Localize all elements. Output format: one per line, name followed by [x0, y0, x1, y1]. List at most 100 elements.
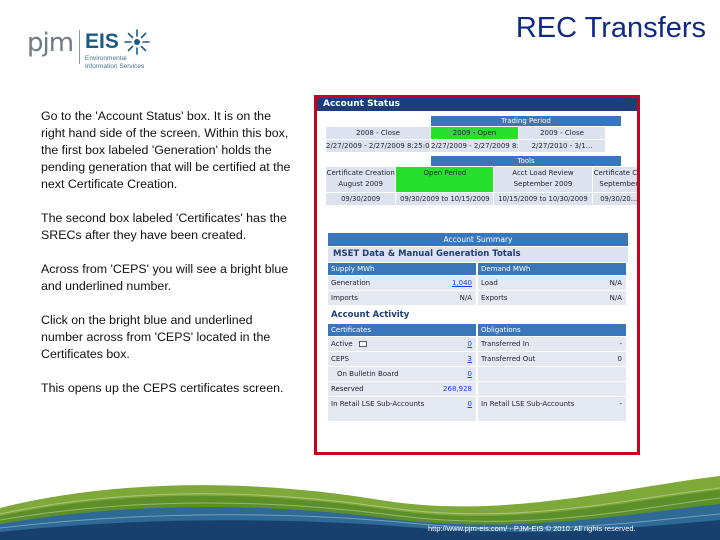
- period-row: 2008 - Close 2009 - Open 2009 - Close: [326, 127, 637, 139]
- instruction-paragraph-3: Across from 'CEPS' you will see a bright…: [41, 262, 289, 293]
- logo-eis-text: EIS: [85, 30, 119, 53]
- transferred-in-cell: Transferred In -: [478, 337, 626, 351]
- mset-section-title: MSET Data & Manual Generation Totals: [328, 247, 628, 262]
- generation-cell: Generation 1,040: [328, 276, 476, 290]
- transferred-out-value: 0: [617, 355, 622, 363]
- account-summary-bar: Account Summary: [328, 233, 628, 246]
- period-dates-row: 2/27/2009 - 2/27/2009 8:25:07 AM 2/27/20…: [326, 140, 637, 152]
- exports-value: N/A: [609, 294, 622, 302]
- trading-period-bar: Trading Period: [431, 116, 621, 126]
- imports-cell: Imports N/A: [328, 291, 476, 305]
- exports-label: Exports: [481, 294, 508, 302]
- load-value: N/A: [609, 279, 622, 287]
- imports-label: Imports: [331, 294, 358, 302]
- tool-open-period[interactable]: Open Period: [396, 167, 494, 192]
- tool-certificate-c[interactable]: Certificate C... September: [592, 167, 639, 192]
- logo-subtitle-2: Information Services: [85, 63, 145, 70]
- instructions-text: Go to the 'Account Status' box. It is on…: [41, 108, 293, 414]
- active-cell: Active 0: [328, 337, 476, 351]
- account-summary: Account Summary MSET Data & Manual Gener…: [328, 233, 628, 421]
- logo-pjm-text: pjm: [27, 28, 74, 58]
- period-date-3: 2/27/2010 - 3/1...: [519, 140, 605, 152]
- tool-sub: August 2009: [338, 180, 383, 188]
- account-status-header: Account Status: [317, 98, 637, 111]
- retail-cell: In Retail LSE Sub-Accounts 0: [328, 397, 476, 421]
- table-row: Generation 1,040 Load N/A: [328, 276, 628, 290]
- certificates-header: Certificates: [328, 324, 476, 336]
- supply-header: Supply MWh: [328, 263, 476, 275]
- reserved-label: Reserved: [331, 385, 364, 393]
- obligations-header: Obligations: [478, 324, 626, 336]
- reserved-value: 268,928: [443, 385, 472, 393]
- retail-obligation-label: In Retail LSE Sub-Accounts: [481, 400, 575, 408]
- load-label: Load: [481, 279, 498, 287]
- transferred-in-value: -: [619, 340, 622, 348]
- instruction-paragraph-2: The second box labeled 'Certificates' ha…: [41, 211, 287, 242]
- table-row: On Bulletin Board 0: [328, 367, 628, 381]
- empty-cell: [478, 367, 626, 381]
- table-row: Reserved 268,928: [328, 382, 628, 396]
- active-label: Active: [331, 340, 353, 348]
- tool-label: Open Period: [423, 169, 467, 177]
- tools-row: Certificate Creation August 2009 Open Per…: [326, 167, 639, 192]
- imports-value: N/A: [459, 294, 472, 302]
- instruction-paragraph-4: Click on the bright blue and underlined …: [41, 313, 271, 361]
- transferred-out-cell: Transferred Out 0: [478, 352, 626, 366]
- ceps-cell: CEPS 3: [328, 352, 476, 366]
- tool-sub: September: [599, 180, 639, 188]
- active-label-wrap: Active: [328, 337, 426, 351]
- table-row: In Retail LSE Sub-Accounts 0 In Retail LS…: [328, 397, 628, 421]
- bulletin-cell: On Bulletin Board 0: [328, 367, 476, 381]
- tool-label: Acct Load Review: [512, 169, 574, 177]
- ceps-value-link[interactable]: 3: [426, 352, 476, 366]
- bulletin-label: On Bulletin Board: [337, 370, 399, 378]
- retail-value-link[interactable]: 0: [426, 399, 476, 421]
- instruction-paragraph-5: This opens up the CEPS certificates scre…: [41, 381, 284, 395]
- tool-acct-load-review[interactable]: Acct Load Review September 2009: [494, 167, 592, 192]
- exports-cell: Exports N/A: [478, 291, 626, 305]
- bulletin-value-link[interactable]: 0: [426, 367, 476, 381]
- reserved-cell: Reserved 268,928: [328, 382, 476, 396]
- instruction-paragraph-1: Go to the 'Account Status' box. It is on…: [41, 109, 291, 191]
- retail-label: In Retail LSE Sub-Accounts: [331, 400, 425, 408]
- period-date-2: 2/27/2009 - 2/27/2009 8:25:07 AM: [431, 140, 518, 152]
- retail-obligation-cell: In Retail LSE Sub-Accounts -: [478, 397, 626, 421]
- load-cell: Load N/A: [478, 276, 626, 290]
- tool-date-2: 09/30/2009 to 10/15/2009: [396, 193, 494, 205]
- demand-header: Demand MWh: [478, 263, 626, 275]
- transferred-out-label: Transferred Out: [481, 355, 536, 363]
- pjm-eis-logo: pjm EIS Environmental Information Servic…: [27, 24, 167, 72]
- tools-dates-row: 09/30/2009 09/30/2009 to 10/15/2009 10/1…: [326, 193, 637, 205]
- generation-label: Generation: [331, 279, 371, 287]
- footer-copyright: http://www.pjm-eis.com/ · PJM-EIS © 2010…: [428, 524, 636, 533]
- generation-value-link[interactable]: 1,040: [426, 276, 476, 290]
- logo-subtitle-1: Environmental: [85, 55, 127, 62]
- account-activity-title: Account Activity: [331, 310, 410, 320]
- tool-label: Certificate Creation: [326, 169, 395, 177]
- transferred-in-label: Transferred In: [481, 340, 530, 348]
- period-2008-close[interactable]: 2008 - Close: [326, 127, 430, 139]
- period-date-1: 2/27/2009 - 2/27/2009 8:25:07 AM: [326, 140, 430, 152]
- tool-date-3: 10/15/2009 to 10/30/2009: [494, 193, 592, 205]
- trading-period-grid: Trading Period 2008 - Close 2009 - Open …: [326, 116, 639, 205]
- tool-date-1: 09/30/2009: [326, 193, 396, 205]
- supply-demand-header: Supply MWh Demand MWh: [328, 263, 628, 275]
- period-2009-open[interactable]: 2009 - Open: [431, 127, 518, 139]
- sunburst-icon: [124, 29, 150, 55]
- table-row: Imports N/A Exports N/A: [328, 291, 628, 305]
- period-2009-close[interactable]: 2009 - Close: [519, 127, 605, 139]
- logo-divider: [79, 30, 80, 64]
- table-row: Active 0 Transferred In -: [328, 337, 628, 351]
- active-value-link[interactable]: 0: [426, 337, 476, 351]
- tool-sub: September 2009: [513, 180, 573, 188]
- tool-certificate-creation[interactable]: Certificate Creation August 2009: [326, 167, 396, 192]
- table-row: CEPS 3 Transferred Out 0: [328, 352, 628, 366]
- slide-title: REC Transfers: [515, 12, 706, 44]
- folder-icon[interactable]: [358, 341, 367, 347]
- retail-obligation-value: -: [619, 400, 622, 408]
- tool-date-4: 09/30/20...: [592, 193, 637, 205]
- certificates-obligations-header: Certificates Obligations: [328, 324, 628, 336]
- account-status-screenshot: Account Status Trading Period 2008 - Clo…: [314, 95, 640, 455]
- ceps-label: CEPS: [331, 355, 349, 363]
- tools-bar: Tools: [431, 156, 621, 166]
